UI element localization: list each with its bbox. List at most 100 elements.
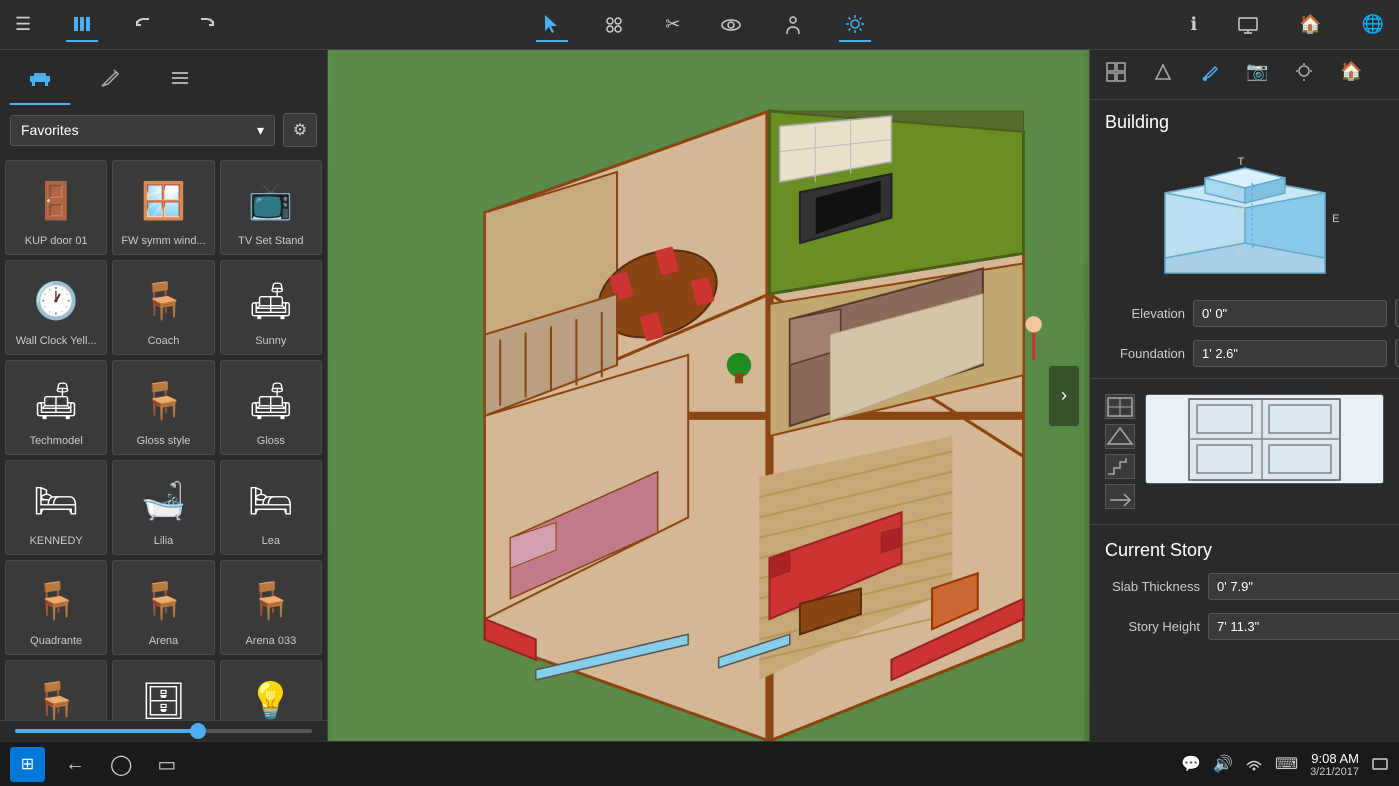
item-kennedy[interactable]: 🛏KENNEDY — [5, 460, 107, 555]
notifications-icon[interactable] — [1371, 753, 1389, 776]
person-icon[interactable] — [777, 9, 809, 41]
item-label-gloss: Gloss — [228, 435, 314, 448]
item-lilia[interactable]: 🛁Lilia — [112, 460, 214, 555]
home-button[interactable]: ◯ — [105, 747, 137, 782]
eye-icon[interactable] — [715, 9, 747, 41]
light-right-tab[interactable] — [1283, 55, 1325, 94]
back-button[interactable]: ← — [60, 748, 90, 781]
item-techmodel[interactable]: 🛋Techmodel — [5, 360, 107, 455]
paint-right-tab[interactable] — [1189, 55, 1231, 94]
label-T: T — [1238, 156, 1245, 168]
floor-preview-area — [1090, 384, 1399, 519]
center-canvas[interactable]: › — [328, 50, 1089, 741]
build-right-tab[interactable] — [1142, 55, 1184, 94]
favorites-dropdown[interactable]: Favorites ▾ — [10, 115, 275, 146]
screen-icon[interactable] — [1232, 9, 1264, 41]
label-E: E — [1332, 213, 1339, 225]
elevation-minus-button[interactable]: − — [1395, 299, 1399, 327]
cursor-icon[interactable] — [536, 8, 568, 42]
item-thumb-techmodel: 🛋 — [21, 369, 91, 432]
foundation-input[interactable] — [1193, 340, 1387, 367]
item-thumb-kennedy: 🛏 — [21, 469, 91, 532]
chevron-down-icon: ▾ — [257, 122, 264, 139]
item-arena[interactable]: 🪑Arena — [112, 560, 214, 655]
item-item-lamp[interactable]: 💡Lamp — [220, 660, 322, 720]
list-tab[interactable] — [150, 58, 210, 105]
item-gloss-style[interactable]: 🪑Gloss style — [112, 360, 214, 455]
item-item-shelf[interactable]: 🗄Shelf — [112, 660, 214, 720]
elevation-input[interactable] — [1193, 300, 1387, 327]
home-right-tab[interactable]: 🏠 — [1330, 55, 1372, 94]
item-wall-clock[interactable]: 🕐 Wall Clock Yell... — [5, 260, 107, 355]
floor-roof-icon[interactable] — [1105, 424, 1135, 449]
item-thumb-fw-wind: 🪟 — [128, 169, 198, 232]
item-thumb-wall-clock: 🕐 — [21, 269, 91, 332]
item-item-chair[interactable]: 🪑Chair — [5, 660, 107, 720]
expand-arrow[interactable]: › — [1049, 366, 1079, 426]
group-icon[interactable] — [598, 9, 630, 41]
floor-plan-view[interactable] — [328, 50, 1089, 741]
multitask-button[interactable]: ▭ — [152, 747, 181, 782]
item-thumb-gloss-style: 🪑 — [128, 369, 198, 432]
item-thumb-kup-door: 🚪 — [21, 169, 91, 232]
item-kup-door[interactable]: 🚪 KUP door 01 — [5, 160, 107, 255]
library-icon[interactable] — [66, 8, 98, 42]
furniture-tab[interactable] — [10, 58, 70, 105]
keyboard-icon[interactable]: ⌨ — [1275, 754, 1298, 774]
home-icon[interactable]: 🏠 — [1294, 9, 1326, 40]
item-thumb-arena: 🪑 — [128, 569, 198, 632]
left-panel: Favorites ▾ ⚙ 🚪 KUP door 01 🪟 FW symm wind.… — [0, 50, 328, 741]
camera-right-tab[interactable]: 📷 — [1236, 55, 1278, 94]
menu-icon[interactable]: ☰ — [10, 9, 36, 40]
chat-icon[interactable]: 💬 — [1181, 754, 1201, 774]
right-panel: 📷 🏠 Building T H F E — [1089, 50, 1399, 741]
item-label-lea: Lea — [228, 535, 314, 548]
undo-icon[interactable] — [128, 9, 160, 41]
floor-thumb-1[interactable] — [1105, 394, 1135, 419]
globe-icon[interactable]: 🌐 — [1357, 9, 1389, 40]
item-thumb-gloss: 🛋 — [236, 369, 306, 432]
item-label-wall-clock: Wall Clock Yell... — [13, 335, 99, 348]
item-lea[interactable]: 🛏 Lea — [220, 460, 322, 555]
info-icon[interactable]: ℹ — [1185, 9, 1202, 40]
label-H: H — [1238, 203, 1246, 215]
slider-thumb[interactable] — [190, 723, 206, 739]
item-thumb-item-shelf: 🗄 — [128, 669, 198, 720]
item-fw-wind[interactable]: 🪟 FW symm wind... — [112, 160, 214, 255]
floor-plan-thumbnail[interactable] — [1145, 394, 1384, 484]
item-label-arena-033: Arena 033 — [228, 635, 314, 648]
taskbar-right: 💬 🔊 ⌨ 9:08 AM 3/21/2017 — [1181, 751, 1389, 778]
foundation-minus-button[interactable]: − — [1395, 339, 1399, 367]
draw-tab[interactable] — [80, 58, 140, 105]
label-F: F — [1238, 248, 1245, 260]
sun-icon[interactable] — [839, 8, 871, 42]
item-label-kup-door: KUP door 01 — [13, 235, 99, 248]
story-height-input[interactable] — [1208, 613, 1399, 640]
item-arena-033[interactable]: 🪑Arena 033 — [220, 560, 322, 655]
item-thumb-lilia: 🛁 — [128, 469, 198, 532]
item-thumb-item-lamp: 💡 — [236, 669, 306, 720]
item-thumb-lea: 🛏 — [236, 469, 306, 532]
item-quadrante[interactable]: 🪑Quadrante — [5, 560, 107, 655]
redo-icon[interactable] — [190, 9, 222, 41]
item-sunny[interactable]: 🛋Sunny — [220, 260, 322, 355]
network-icon[interactable] — [1245, 753, 1263, 776]
slab-thickness-input[interactable] — [1208, 573, 1399, 600]
item-tv-stand[interactable]: 📺TV Set Stand — [220, 160, 322, 255]
floor-export-icon[interactable] — [1105, 484, 1135, 509]
item-coach[interactable]: 🪑Coach — [112, 260, 214, 355]
top-toolbar: ☰ ✂ ℹ 🏠 🌐 — [0, 0, 1399, 50]
item-label-fw-wind: FW symm wind... — [121, 235, 207, 248]
volume-icon[interactable]: 🔊 — [1213, 754, 1233, 774]
item-thumb-sunny: 🛋 — [236, 269, 306, 332]
elevation-label: Elevation — [1105, 306, 1185, 321]
floor-stairs-icon[interactable] — [1105, 454, 1135, 479]
item-gloss[interactable]: 🛋 Gloss — [220, 360, 322, 455]
building-section-title: Building — [1090, 100, 1399, 138]
item-label-quadrante: Quadrante — [13, 635, 99, 648]
scissors-icon[interactable]: ✂ — [660, 9, 685, 40]
start-button[interactable]: ⊞ — [10, 747, 45, 782]
arrange-right-tab[interactable] — [1095, 55, 1137, 94]
floor-thumbs — [1105, 394, 1135, 509]
settings-button[interactable]: ⚙ — [283, 113, 317, 147]
